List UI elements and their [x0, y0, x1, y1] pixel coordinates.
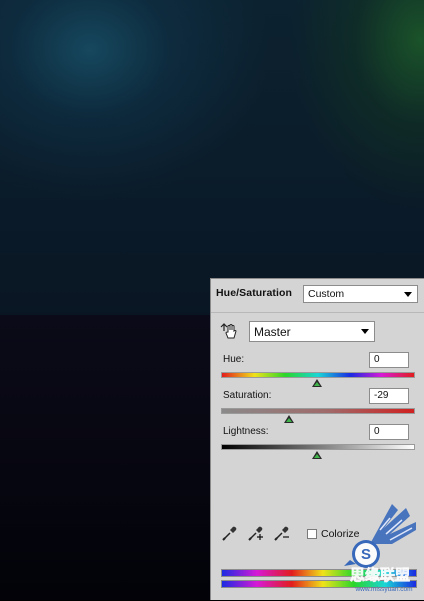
colorize-checkbox[interactable]	[307, 529, 317, 539]
chevron-down-icon	[404, 291, 412, 297]
lightness-label: Lightness:	[223, 426, 269, 437]
chevron-down-icon	[361, 329, 369, 334]
hue-slider-thumb[interactable]	[312, 379, 322, 387]
saturation-value-field[interactable]: -29	[369, 388, 409, 404]
eyedropper-icon[interactable]	[221, 524, 239, 542]
watermark-logo: S 思缘联盟 www.missyuan.com	[340, 500, 420, 596]
channel-dropdown[interactable]: Master	[249, 321, 375, 342]
hue-label: Hue:	[223, 354, 245, 365]
channel-dropdown-value: Master	[254, 324, 291, 339]
winged-s-logo-icon: S 思缘联盟 www.missyuan.com	[344, 504, 416, 593]
eyedropper-minus-icon[interactable]	[273, 524, 291, 542]
panel-title: Hue/Saturation	[216, 287, 293, 299]
lightness-slider-thumb[interactable]	[312, 451, 322, 459]
svg-text:www.missyuan.com: www.missyuan.com	[354, 586, 412, 593]
svg-text:S: S	[361, 546, 371, 563]
lightness-value-field[interactable]: 0	[369, 424, 409, 440]
preset-dropdown-value: Custom	[308, 288, 345, 300]
hue-slider-track[interactable]	[221, 372, 415, 378]
svg-text:思缘联盟: 思缘联盟	[350, 566, 410, 584]
saturation-slider-track[interactable]	[221, 408, 415, 414]
saturation-slider-thumb[interactable]	[284, 415, 295, 423]
lightness-slider-track[interactable]	[221, 444, 415, 450]
eyedropper-plus-icon[interactable]	[247, 524, 265, 542]
panel-divider	[211, 312, 424, 313]
preset-dropdown[interactable]: Custom	[303, 285, 418, 303]
on-image-adjust-icon[interactable]	[219, 321, 239, 341]
saturation-label: Saturation:	[223, 390, 272, 401]
hue-value-field[interactable]: 0	[369, 352, 409, 368]
